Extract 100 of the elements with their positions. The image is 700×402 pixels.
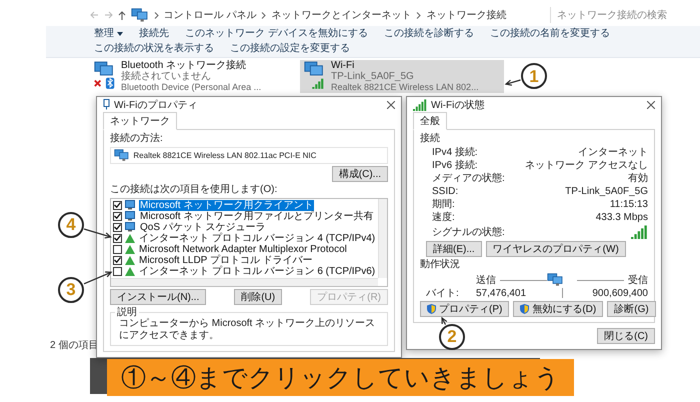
dialog-button[interactable]: 削除(U) [234,288,282,305]
connection-name: Bluetooth ネットワーク接続 [121,60,248,71]
field-label: 接続の方法: [110,133,164,145]
signal-strength-icon [631,225,648,240]
breadcrumb-item[interactable]: ネットワーク接続 [426,8,506,22]
dialog-title: Wi-Fiのプロパティ [114,98,198,112]
dialog-button[interactable]: インストール(N)... [110,288,206,305]
checkbox[interactable] [113,222,122,232]
section-heading: 動作状況 [420,259,461,272]
check-icon [114,257,121,264]
field-label: IPv6 接続: [432,160,478,171]
tab[interactable]: ネットワーク [103,112,177,130]
chevron-icon [154,12,159,18]
field-value: 有効 [628,173,648,184]
network-component-icon [125,211,136,222]
toolbar-button[interactable]: 整理 [94,27,123,41]
field-value: TP-Link_5A0F_5G [565,186,648,197]
pointer-arrow [441,316,448,326]
step-number-badge: 4 [58,212,84,238]
close-button[interactable]: 閉じる(C) [597,328,655,344]
network-component-icon [125,222,136,232]
pointer-arrow [505,78,522,86]
bytes-sent: 57,476,401 [476,288,528,299]
connection-status: 接続されていません [121,71,212,82]
checkbox[interactable] [113,244,122,254]
group-label: 説明 [116,306,138,318]
dialog-button[interactable]: プロパティ(P) [420,300,510,317]
field-label: メディアの状態: [432,173,505,184]
adapter-icon [114,149,130,162]
bluetooth-adapter-icon [93,60,117,90]
shield-icon [427,304,436,314]
list-item[interactable]: インターネット プロトコル バージョン 6 (TCP/IPv6) [138,266,376,277]
connection-item[interactable]: Wi-Fi TP-Link_5A0F_5G Realtek 8821CE Wireless LAN 802... [300,60,504,93]
list-item[interactable]: Microsoft Network Adapter Multiplexor Protocol [138,244,348,255]
network-component-icon [125,200,136,210]
dialog-title: Wi-Fiの状態 [431,98,484,112]
list-item[interactable]: Microsoft ネットワーク用クライアント [139,200,314,211]
field-label: 期間: [432,199,455,210]
checkbox[interactable] [113,200,122,210]
dialog-button[interactable]: 診断(G) [607,300,656,317]
field-value: 11:15:13 [610,199,648,210]
connection-device: Bluetooth Device (Personal Area ... [121,82,262,93]
instruction-banner: ①～④までクリックしていきましょう [107,359,574,396]
sent-label: 送信 [476,274,496,286]
field-value: ネットワーク アクセスなし [525,160,648,171]
field-value: 433.3 Mbps [596,212,648,223]
toolbar-button[interactable]: この接続の設定を変更する [230,42,350,56]
up-arrow-icon [118,10,126,20]
received-label: 受信 [628,274,648,286]
bytes-label: バイト: [426,288,460,299]
checkbox[interactable] [113,234,122,243]
field-label: 速度: [432,212,455,223]
connection-name: Wi-Fi [331,60,356,71]
description-text: コンピューターから Microsoft ネットワーク上のリソースにアクセスできます。 [118,318,376,342]
step-number-badge: 3 [58,276,84,303]
step-number-badge: 1 [521,63,547,89]
tab[interactable]: 全般 [413,112,447,130]
dialog-button[interactable]: 詳細(E)... [426,241,482,258]
network-activity-icon [547,273,564,287]
adapter-icon [103,99,110,110]
field-label: この接続は次の項目を使用します(O): [110,184,278,196]
checkbox[interactable] [113,266,122,276]
chevron-icon [261,12,266,18]
connection-device: Realtek 8821CE Wireless LAN 802... [331,82,479,93]
close-icon [647,100,655,108]
connection-item[interactable]: Bluetooth ネットワーク接続 接続されていません Bluetooth Device (Personal Area ... [90,60,294,93]
forward-arrow-icon [104,11,113,19]
bytes-received: 900,609,400 [592,288,648,299]
breadcrumb-item[interactable]: ネットワークとインターネット [271,8,412,22]
chevron-icon [416,12,422,18]
caret-icon [117,32,123,36]
toolbar-button[interactable]: この接続の名前を変更する [490,27,610,41]
dialog-button[interactable]: 無効にする(D) [513,300,604,317]
toolbar-button[interactable]: このネットワーク デバイスを無効にする [185,27,368,41]
list-item[interactable]: インターネット プロトコル バージョン 4 (TCP/IPv4) [138,232,376,244]
pointer-arrow [83,228,112,239]
checkbox[interactable] [113,256,122,265]
section-heading: 接続 [420,133,441,145]
pointer-arrow [82,271,112,286]
adapter-name: Realtek 8821CE Wireless LAN 802.11ac PCI-E NIC [133,150,316,160]
back-arrow-icon [90,11,99,19]
signal-icon [413,98,427,110]
breadcrumb-item[interactable]: コントロール パネル [164,8,256,22]
search-field[interactable]: ネットワーク接続の検索 [550,7,700,23]
list-item[interactable]: Microsoft ネットワーク用ファイルとプリンター共有 [139,210,374,222]
toolbar-button[interactable]: この接続を診断する [384,27,474,41]
field-label: シグナルの状態: [432,226,505,238]
toolbar-button[interactable]: 接続先 [139,27,169,41]
network-folder-icon [131,8,149,22]
toolbar-button[interactable]: この接続の状況を表示する [94,42,214,56]
step-number-badge: 2 [439,324,465,350]
shield-icon [520,304,530,314]
list-item[interactable]: Microsoft LLDP プロトコル ドライバー [138,254,314,266]
field-value: インターネット [578,147,648,158]
close-icon [387,100,395,108]
checkbox[interactable] [113,212,122,221]
connection-status: TP-Link_5A0F_5G [331,71,415,82]
dialog-button[interactable]: ワイヤレスのプロパティ(W) [486,241,626,258]
configure-button[interactable]: 構成(C)... [332,166,388,182]
list-item[interactable]: QoS パケット スケジューラ [139,222,267,233]
